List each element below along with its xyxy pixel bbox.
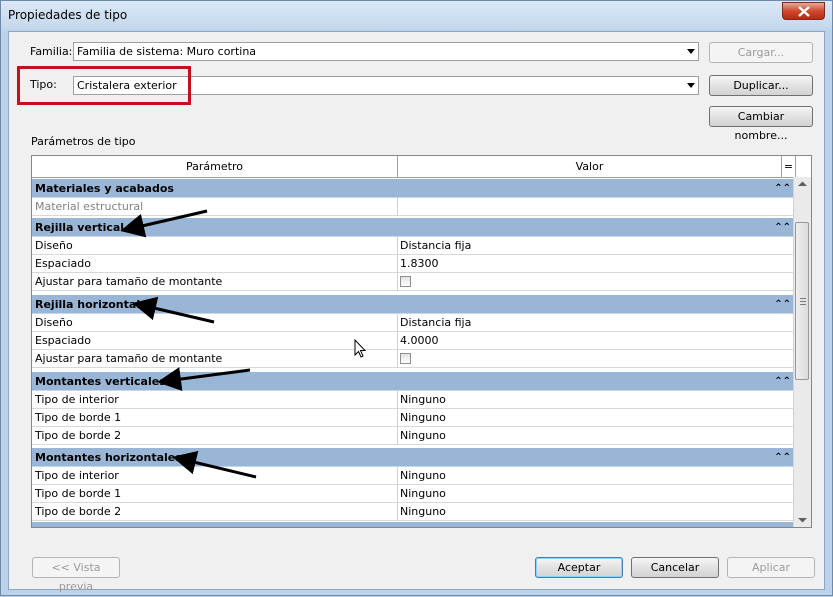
param-name: Espaciado: [32, 255, 398, 273]
table-row[interactable]: Diseño Distancia fija: [32, 237, 795, 255]
scroll-up-icon[interactable]: [794, 177, 811, 191]
group-rejilla-vertical[interactable]: Rejilla vertical ⌃⌃: [32, 218, 795, 237]
familia-value: Familia de sistema: Muro cortina: [77, 45, 257, 58]
double-chevron-up-icon[interactable]: ⌃⌃: [774, 448, 791, 467]
param-value[interactable]: [398, 273, 795, 291]
param-name: Material estructural: [32, 198, 398, 216]
param-name: Tipo de interior: [32, 467, 398, 485]
param-value[interactable]: Distancia fija: [398, 314, 795, 332]
param-name: Diseño: [32, 314, 398, 332]
group-title: Rejilla vertical: [35, 221, 125, 234]
checkbox-icon[interactable]: [400, 353, 411, 364]
double-chevron-up-icon[interactable]: ⌃⌃: [774, 295, 791, 314]
table-header: Parámetro Valor =: [32, 156, 811, 178]
param-value[interactable]: Distancia fija: [398, 237, 795, 255]
table-row[interactable]: Tipo de borde 2 Ninguno: [32, 427, 795, 445]
cambiar-nombre-button[interactable]: Cambiar nombre...: [709, 106, 813, 142]
cancelar-button[interactable]: Cancelar: [631, 557, 719, 578]
table-row[interactable]: Tipo de borde 1 Ninguno: [32, 485, 795, 503]
group-title: Montantes verticales: [35, 375, 166, 388]
checkbox-icon[interactable]: [400, 276, 411, 287]
table-row[interactable]: Tipo de interior Ninguno: [32, 391, 795, 409]
table-row[interactable]: Tipo de borde 1 Ninguno: [32, 409, 795, 427]
table-row[interactable]: Espaciado 1.8300: [32, 255, 795, 273]
param-value[interactable]: Ninguno: [398, 503, 795, 521]
chevron-down-icon: [687, 83, 695, 88]
double-chevron-up-icon[interactable]: ⌃⌃: [774, 179, 791, 198]
familia-label: Familia:: [30, 45, 73, 58]
table-row[interactable]: Espaciado 4.0000: [32, 332, 795, 350]
param-name: Espaciado: [32, 332, 398, 350]
group-montantes-verticales[interactable]: Montantes verticales ⌃⌃: [32, 372, 795, 391]
group-partial: [32, 522, 795, 527]
aplicar-button[interactable]: Aplicar: [727, 557, 815, 578]
param-name: Tipo de borde 1: [32, 485, 398, 503]
aceptar-button[interactable]: Aceptar: [535, 557, 623, 578]
param-value[interactable]: Ninguno: [398, 485, 795, 503]
table-row[interactable]: Ajustar para tamaño de montante: [32, 273, 795, 291]
close-icon: [798, 6, 810, 17]
table-row[interactable]: Tipo de borde 2 Ninguno: [32, 503, 795, 521]
group-rejilla-horizontal[interactable]: Rejilla horizontal ⌃⌃: [32, 295, 795, 314]
header-valor[interactable]: Valor: [398, 156, 782, 177]
highlight-box: [17, 66, 191, 105]
param-value[interactable]: Ninguno: [398, 391, 795, 409]
window-title: Propiedades de tipo: [8, 8, 128, 22]
header-parametro[interactable]: Parámetro: [32, 156, 398, 177]
familia-select[interactable]: Familia de sistema: Muro cortina: [73, 42, 699, 61]
close-button[interactable]: [782, 2, 825, 20]
scrollbar-thumb[interactable]: [795, 222, 809, 380]
param-name: Tipo de interior: [32, 391, 398, 409]
param-value[interactable]: 4.0000: [398, 332, 795, 350]
group-montantes-horizontales[interactable]: Montantes horizontales ⌃⌃: [32, 448, 795, 467]
duplicar-button[interactable]: Duplicar...: [709, 75, 813, 96]
double-chevron-up-icon[interactable]: ⌃⌃: [774, 218, 791, 237]
param-value[interactable]: 1.8300: [398, 255, 795, 273]
type-properties-dialog: Propiedades de tipo Familia: Familia de …: [0, 0, 833, 596]
table-row[interactable]: Material estructural: [32, 198, 795, 216]
group-title: Materiales y acabados: [35, 182, 174, 195]
param-value[interactable]: Ninguno: [398, 467, 795, 485]
title-bar: Propiedades de tipo: [1, 1, 832, 31]
group-materiales[interactable]: Materiales y acabados ⌃⌃: [32, 179, 795, 198]
param-name: Ajustar para tamaño de montante: [32, 350, 398, 368]
param-value[interactable]: [398, 198, 795, 216]
table-row[interactable]: Diseño Distancia fija: [32, 314, 795, 332]
group-title: Rejilla horizontal: [35, 298, 141, 311]
table-row[interactable]: Ajustar para tamaño de montante: [32, 350, 795, 368]
cargar-button[interactable]: Cargar...: [709, 42, 813, 63]
param-name: Tipo de borde 1: [32, 409, 398, 427]
param-name: Ajustar para tamaño de montante: [32, 273, 398, 291]
param-name: Tipo de borde 2: [32, 503, 398, 521]
param-name: Tipo de borde 2: [32, 427, 398, 445]
table-row[interactable]: Tipo de interior Ninguno: [32, 467, 795, 485]
parameters-table: Parámetro Valor = Materiales y acabados …: [31, 155, 812, 528]
vista-previa-button[interactable]: << Vista previa: [32, 557, 120, 593]
vertical-scrollbar[interactable]: [793, 177, 811, 527]
param-value[interactable]: Ninguno: [398, 427, 795, 445]
scroll-down-icon[interactable]: [794, 513, 811, 527]
param-value[interactable]: Ninguno: [398, 409, 795, 427]
section-label: Parámetros de tipo: [31, 135, 136, 148]
double-chevron-up-icon[interactable]: ⌃⌃: [774, 372, 791, 391]
group-title: Montantes horizontales: [35, 451, 182, 464]
header-equals[interactable]: =: [782, 156, 796, 177]
chevron-down-icon: [687, 49, 695, 54]
param-value[interactable]: [398, 350, 795, 368]
param-name: Diseño: [32, 237, 398, 255]
